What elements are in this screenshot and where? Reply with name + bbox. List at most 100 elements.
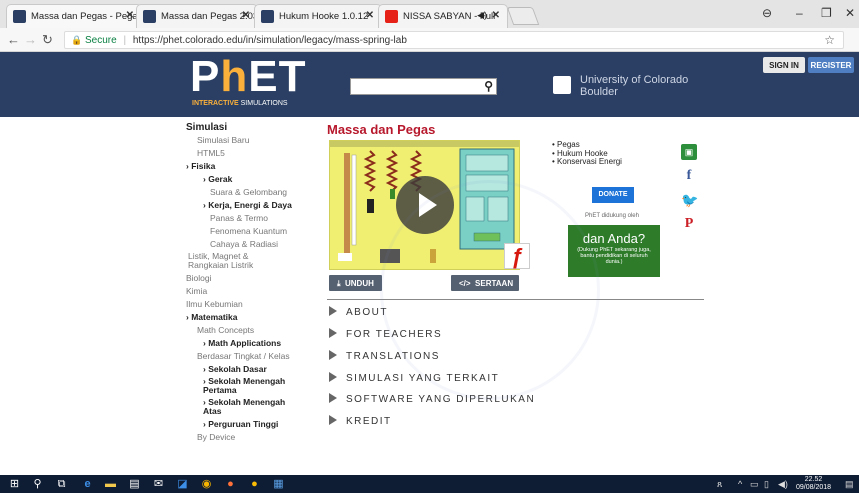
url-field[interactable]: 🔒 Secure | https://phet.colorado.edu/in/…: [64, 31, 844, 49]
file-explorer-icon[interactable]: ▬: [104, 478, 117, 490]
sidebar-item-electricity[interactable]: Listik, Magnet & Rangkaian Listrik: [186, 252, 286, 270]
logo-wordmark: PhET: [190, 52, 307, 101]
sidebar-item-html5[interactable]: HTML5: [186, 148, 316, 161]
browser-tab-4[interactable]: NISSA SABYAN - Full ◀) ✕: [378, 4, 508, 28]
system-clock[interactable]: 22.52 09/08/2018: [796, 476, 831, 492]
mail-icon[interactable]: ✉: [152, 478, 165, 490]
network-icon[interactable]: ▭: [750, 479, 759, 490]
sidebar-item-by-device[interactable]: By Device: [186, 432, 316, 445]
browser-tab-1[interactable]: Massa dan Pegas - Pegas ✕: [6, 4, 142, 28]
minimize-icon[interactable]: –: [796, 6, 803, 20]
sidebar-item-middle-school[interactable]: › Sekolah Menengah Pertama: [186, 377, 296, 395]
store-icon[interactable]: ▤: [128, 478, 141, 490]
search-input[interactable]: ⚲: [350, 78, 497, 95]
pinterest-icon[interactable]: P: [681, 216, 697, 232]
sidebar-item-heat-thermo[interactable]: Panas & Termo: [186, 213, 316, 226]
donate-button[interactable]: DONATE: [592, 187, 634, 203]
sidebar-item-high-school[interactable]: › Sekolah Menengah Atas: [186, 398, 296, 416]
support-phet-banner[interactable]: dan Anda? (Dukung PhET sekarang juga, ba…: [568, 225, 660, 277]
google-classroom-icon[interactable]: ▣: [681, 144, 697, 160]
play-icon[interactable]: [396, 176, 454, 234]
section-about[interactable]: ABOUT: [329, 306, 388, 318]
sidebar-item-math[interactable]: › Matematika: [186, 312, 316, 325]
twitter-icon[interactable]: 🐦: [681, 192, 698, 209]
register-button[interactable]: REGISTER: [808, 57, 854, 73]
maximize-icon[interactable]: ❐: [821, 6, 832, 20]
phet-favicon-icon: [261, 10, 274, 23]
browser-tab-strip: Massa dan Pegas - Pegas ✕ Massa dan Pega…: [0, 0, 859, 28]
section-related-sims[interactable]: SIMULASI YANG TERKAIT: [329, 372, 499, 384]
sidebar-item-work-energy[interactable]: › Kerja, Energi & Daya: [186, 200, 316, 213]
section-for-teachers[interactable]: FOR TEACHERS: [329, 328, 442, 340]
chrome-icon[interactable]: ◉: [200, 478, 213, 490]
bookmark-star-icon[interactable]: ☆: [824, 33, 835, 47]
banner-headline: dan Anda?: [582, 231, 646, 246]
sidebar-item-by-grade[interactable]: Berdasar Tingkat / Kelas: [186, 351, 316, 364]
simulation-thumbnail[interactable]: [329, 140, 520, 270]
new-tab-button[interactable]: [506, 7, 540, 25]
phet-favicon-icon: [13, 10, 26, 23]
section-software-requirements[interactable]: SOFTWARE YANG DIPERLUKAN: [329, 393, 535, 405]
expand-triangle-icon: [329, 328, 337, 338]
forward-icon[interactable]: →: [24, 32, 37, 47]
close-window-icon[interactable]: ✕: [845, 6, 855, 20]
sidebar-item-biology[interactable]: Biologi: [186, 273, 316, 286]
facebook-icon[interactable]: f: [681, 168, 697, 184]
calendar-app-icon[interactable]: ▦: [272, 478, 285, 490]
expand-triangle-icon: [329, 306, 337, 316]
app-icon[interactable]: ●: [248, 478, 261, 490]
lock-icon: 🔒: [71, 35, 83, 45]
supported-by-text: PhET didukung oleh: [585, 213, 639, 219]
youtube-favicon-icon: [385, 10, 398, 23]
volume-icon[interactable]: ◀): [778, 479, 788, 490]
sidebar-item-math-applications[interactable]: › Math Applications: [186, 338, 316, 351]
reload-icon[interactable]: ↻: [42, 32, 53, 48]
search-icon[interactable]: ⚲: [31, 478, 44, 490]
university-name: University of Colorado Boulder: [580, 74, 689, 98]
show-hidden-icons-chevron-icon[interactable]: ^: [738, 479, 742, 489]
browser-tab-2[interactable]: Massa dan Pegas 2.03 ✕: [136, 4, 258, 28]
browser-tab-3[interactable]: Hukum Hooke 1.0.12 ✕: [254, 4, 382, 28]
topics-list: Pegas Hukum Hooke Konservasi Energi: [552, 140, 622, 167]
close-tab-icon[interactable]: ✕: [366, 10, 374, 21]
flash-icon: ƒ: [504, 243, 530, 269]
logo-tagline: INTERACTIVE SIMULATIONS: [192, 100, 288, 107]
sidebar-item-math-concepts[interactable]: Math Concepts: [186, 325, 316, 338]
expand-triangle-icon: [329, 372, 337, 382]
download-button[interactable]: ⤓ UNDUH: [329, 275, 382, 291]
back-icon[interactable]: ←: [7, 32, 20, 47]
audio-playing-icon[interactable]: ◀): [477, 10, 487, 21]
section-credits[interactable]: KREDIT: [329, 415, 392, 427]
close-tab-icon[interactable]: ✕: [126, 10, 134, 21]
section-translations[interactable]: TRANSLATIONS: [329, 350, 440, 362]
site-header: PhET INTERACTIVE SIMULATIONS ⚲ Universit…: [0, 52, 859, 117]
photos-icon[interactable]: ◪: [176, 478, 189, 490]
phet-logo[interactable]: PhET INTERACTIVE SIMULATIONS: [190, 52, 305, 110]
sidebar-nav: Simulasi Simulasi Baru HTML5 › Fisika › …: [186, 122, 316, 445]
notifications-icon[interactable]: ▤: [845, 479, 854, 490]
firefox-icon[interactable]: ●: [224, 478, 237, 490]
sidebar-item-new-sims[interactable]: Simulasi Baru: [186, 135, 316, 148]
embed-button[interactable]: </> SERTAAN: [451, 275, 519, 291]
close-tab-icon[interactable]: ✕: [492, 10, 500, 21]
sidebar-item-earth-science[interactable]: Ilmu Kebumian: [186, 299, 316, 312]
edge-icon[interactable]: e: [81, 478, 94, 490]
tab-label: Hukum Hooke 1.0.12: [279, 11, 369, 22]
sidebar-item-chemistry[interactable]: Kimia: [186, 286, 316, 299]
sidebar-item-university[interactable]: › Perguruan Tinggi: [186, 419, 316, 432]
divider: [327, 299, 704, 300]
people-icon[interactable]: ጸ: [717, 479, 722, 490]
windows-start-icon[interactable]: ⊞: [8, 478, 21, 490]
expand-triangle-icon: [329, 393, 337, 403]
search-icon[interactable]: ⚲: [484, 79, 493, 93]
close-tab-icon[interactable]: ✕: [242, 10, 250, 21]
sidebar-item-physics[interactable]: › Fisika: [186, 161, 316, 174]
user-profile-icon[interactable]: ⊖: [762, 6, 772, 20]
task-view-icon[interactable]: ⧉: [55, 478, 68, 490]
sidebar-item-sound-waves[interactable]: Suara & Gelombang: [186, 187, 316, 200]
sign-in-button[interactable]: SIGN IN: [763, 57, 805, 73]
sidebar-title: Simulasi: [186, 122, 228, 133]
battery-icon[interactable]: ▯: [764, 479, 769, 490]
sidebar-item-motion[interactable]: › Gerak: [186, 174, 316, 187]
sidebar-item-quantum[interactable]: Fenomena Kuantum: [186, 226, 316, 239]
